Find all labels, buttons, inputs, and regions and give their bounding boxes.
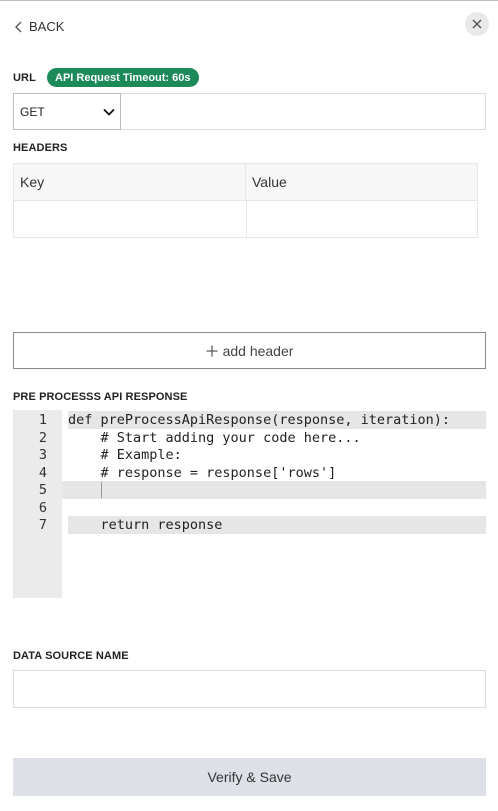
- plus-icon: [206, 345, 218, 356]
- header-key-input[interactable]: [14, 201, 247, 237]
- url-label: URL: [13, 72, 36, 84]
- data-source-input[interactable]: [13, 670, 486, 708]
- method-value: GET: [20, 104, 45, 119]
- code-editor[interactable]: 1 2 3 4 5 6 7 def preProcessApiResponse(…: [13, 410, 486, 598]
- headers-label: HEADERS: [13, 142, 68, 154]
- line-number: 7: [38, 517, 47, 533]
- line-number: 3: [38, 447, 47, 463]
- line-number: 1: [38, 412, 47, 428]
- close-button[interactable]: [465, 12, 489, 36]
- code-line: # response = response['rows']: [68, 465, 337, 481]
- headers-table-header: Key Value: [13, 163, 478, 201]
- code-line: def preProcessApiResponse(response, iter…: [68, 411, 486, 429]
- back-button[interactable]: BACK: [14, 19, 64, 34]
- code-line: # Start adding your code here...: [68, 430, 361, 446]
- line-number: 6: [38, 500, 47, 516]
- timeout-badge: API Request Timeout: 60s: [47, 68, 199, 87]
- value-column-header: Value: [252, 174, 287, 190]
- line-number: 2: [38, 430, 47, 446]
- chevron-left-icon: [15, 21, 22, 32]
- url-input[interactable]: [121, 93, 486, 130]
- line-number: 5: [38, 482, 47, 498]
- header-value-input[interactable]: [247, 201, 477, 237]
- line-number: 4: [38, 465, 47, 481]
- code-line: # Example:: [68, 447, 182, 463]
- text-cursor: [101, 482, 102, 498]
- key-column-header: Key: [14, 164, 246, 200]
- data-source-label: DATA SOURCE NAME: [13, 650, 129, 662]
- verify-save-button[interactable]: Verify & Save: [13, 758, 486, 796]
- add-header-label: add header: [222, 342, 294, 359]
- code-line: return response: [68, 516, 486, 534]
- close-icon: [472, 19, 482, 29]
- chevron-down-icon: [103, 108, 115, 116]
- add-header-button[interactable]: add header: [13, 332, 486, 369]
- method-select[interactable]: GET: [13, 93, 121, 130]
- header-row: [13, 201, 478, 238]
- preprocess-label: PRE PROCESSS API RESPONSE: [13, 391, 188, 403]
- back-label: BACK: [29, 19, 65, 34]
